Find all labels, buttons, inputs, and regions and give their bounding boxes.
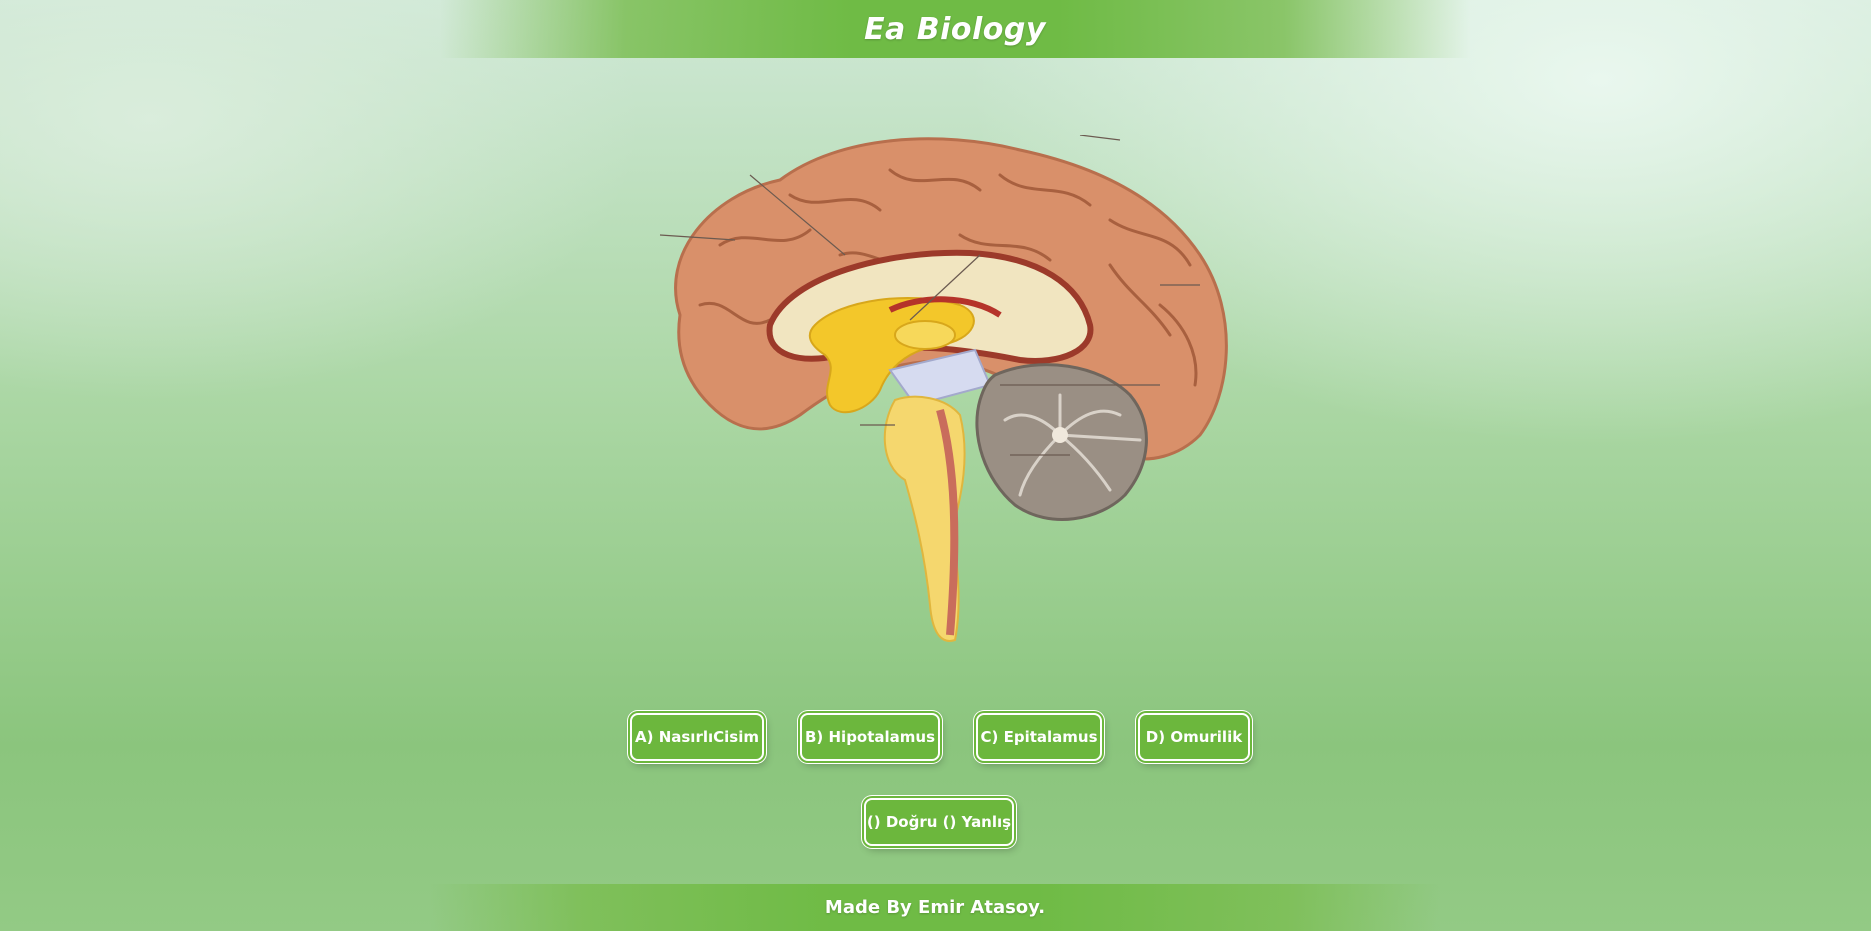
brain-icon [659, 134, 1228, 642]
footer-bar: Made By Emir Atasoy. [430, 884, 1440, 931]
answer-c-button[interactable]: C) Epitalamus [976, 713, 1102, 761]
answer-a-button[interactable]: A) NasırlıCisim [630, 713, 764, 761]
brain-diagram [640, 134, 1240, 675]
answer-options: A) NasırlıCisim B) Hipotalamus C) Epital… [630, 712, 1250, 762]
answer-d-button[interactable]: D) Omurilik [1138, 713, 1250, 761]
footer-credit: Made By Emir Atasoy. [824, 897, 1046, 918]
site-title: Ea Biology [864, 11, 1046, 47]
true-false-button[interactable]: () Doğru () Yanlış [864, 798, 1014, 846]
header-bar: Ea Biology [440, 0, 1470, 58]
answer-b-button[interactable]: B) Hipotalamus [800, 713, 940, 761]
